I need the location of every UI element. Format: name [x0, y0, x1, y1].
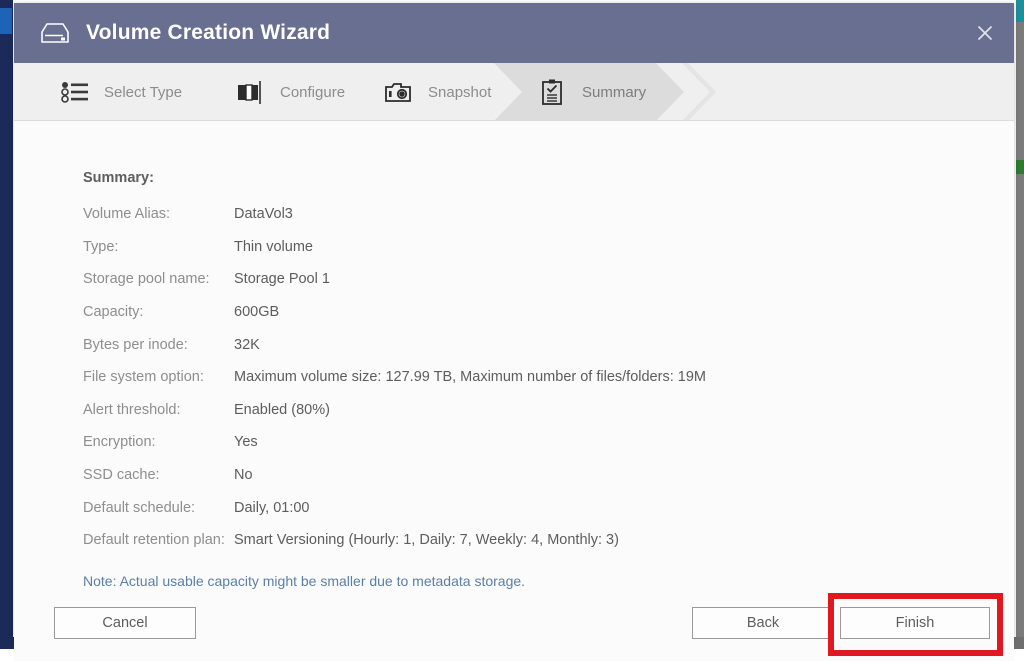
- summary-heading: Summary:: [14, 149, 1014, 186]
- dialog-footer: Cancel Back Finish: [14, 589, 1014, 661]
- back-button[interactable]: Back: [692, 607, 834, 639]
- close-icon[interactable]: [970, 18, 1000, 48]
- metadata-note: Note: Actual usable capacity might be sm…: [14, 557, 1014, 589]
- summary-row-value: Maximum volume size: 127.99 TB, Maximum …: [234, 369, 706, 385]
- wizard-step-label: Snapshot: [428, 84, 491, 101]
- summary-row-value: Enabled (80%): [234, 402, 330, 418]
- summary-row: Storage pool name: Storage Pool 1: [14, 263, 1014, 296]
- summary-row-value: 600GB: [234, 304, 279, 320]
- summary-row-label: Capacity:: [14, 304, 234, 320]
- summary-row-value: Thin volume: [234, 239, 313, 255]
- summary-row-label: Storage pool name:: [14, 271, 234, 287]
- background-navigation-rail: [0, 0, 13, 649]
- summary-row-value: Smart Versioning (Hourly: 1, Daily: 7, W…: [234, 532, 619, 548]
- dialog-titlebar: Volume Creation Wizard: [14, 3, 1014, 63]
- summary-row: Encryption: Yes: [14, 426, 1014, 459]
- summary-row-label: SSD cache:: [14, 467, 234, 483]
- camera-icon: [384, 78, 414, 106]
- summary-row-label: Bytes per inode:: [14, 337, 234, 353]
- step-chevron-tail: [682, 63, 716, 121]
- summary-row: Alert threshold: Enabled (80%): [14, 394, 1014, 427]
- volume-blocks-icon: [236, 78, 266, 106]
- summary-row-label: Default retention plan:: [14, 532, 234, 548]
- wizard-step-summary[interactable]: Summary: [516, 63, 646, 121]
- dialog-body: Summary: Volume Alias: DataVol3 Type: Th…: [14, 121, 1014, 589]
- wizard-step-snapshot[interactable]: Snapshot: [362, 63, 491, 121]
- list-bullet-icon: [60, 78, 90, 106]
- summary-row: Volume Alias: DataVol3: [14, 198, 1014, 231]
- summary-row: SSD cache: No: [14, 459, 1014, 492]
- summary-row-value: No: [234, 467, 253, 483]
- cancel-button[interactable]: Cancel: [54, 607, 196, 639]
- summary-row-label: Volume Alias:: [14, 206, 234, 222]
- summary-row-value: Daily, 01:00: [234, 500, 310, 516]
- summary-row-value: 32K: [234, 337, 260, 353]
- summary-row: Default schedule: Daily, 01:00: [14, 491, 1014, 524]
- summary-row: File system option: Maximum volume size:…: [14, 361, 1014, 394]
- summary-row-label: Default schedule:: [14, 500, 234, 516]
- summary-row-label: File system option:: [14, 369, 234, 385]
- wizard-step-label: Select Type: [104, 84, 182, 101]
- volume-creation-wizard-dialog: Volume Creation Wizard Selec: [14, 3, 1014, 638]
- dialog-title: Volume Creation Wizard: [86, 21, 330, 45]
- wizard-step-breadcrumb: Select Type Configure: [14, 63, 1014, 121]
- background-right-accent-secondary: [1016, 160, 1024, 174]
- background-accent-tab: [0, 8, 12, 34]
- summary-row-value: Storage Pool 1: [234, 271, 330, 287]
- summary-row: Type: Thin volume: [14, 231, 1014, 264]
- wizard-step-label: Configure: [280, 84, 345, 101]
- disk-drive-icon: [38, 20, 72, 46]
- clipboard-check-icon: [538, 78, 568, 106]
- summary-row: Bytes per inode: 32K: [14, 328, 1014, 361]
- summary-detail-list: Volume Alias: DataVol3 Type: Thin volume…: [14, 198, 1014, 557]
- background-right-strip: [1016, 0, 1024, 649]
- summary-row-label: Encryption:: [14, 434, 234, 450]
- wizard-step-select-type[interactable]: Select Type: [38, 63, 182, 121]
- summary-row-value: DataVol3: [234, 206, 293, 222]
- summary-row-label: Type:: [14, 239, 234, 255]
- summary-row-label: Alert threshold:: [14, 402, 234, 418]
- summary-row: Capacity: 600GB: [14, 296, 1014, 329]
- wizard-step-label: Summary: [582, 84, 646, 101]
- wizard-step-configure[interactable]: Configure: [214, 63, 345, 121]
- finish-button[interactable]: Finish: [840, 607, 990, 639]
- summary-row-value: Yes: [234, 434, 258, 450]
- background-right-accent: [1016, 0, 1024, 22]
- summary-row: Default retention plan: Smart Versioning…: [14, 524, 1014, 557]
